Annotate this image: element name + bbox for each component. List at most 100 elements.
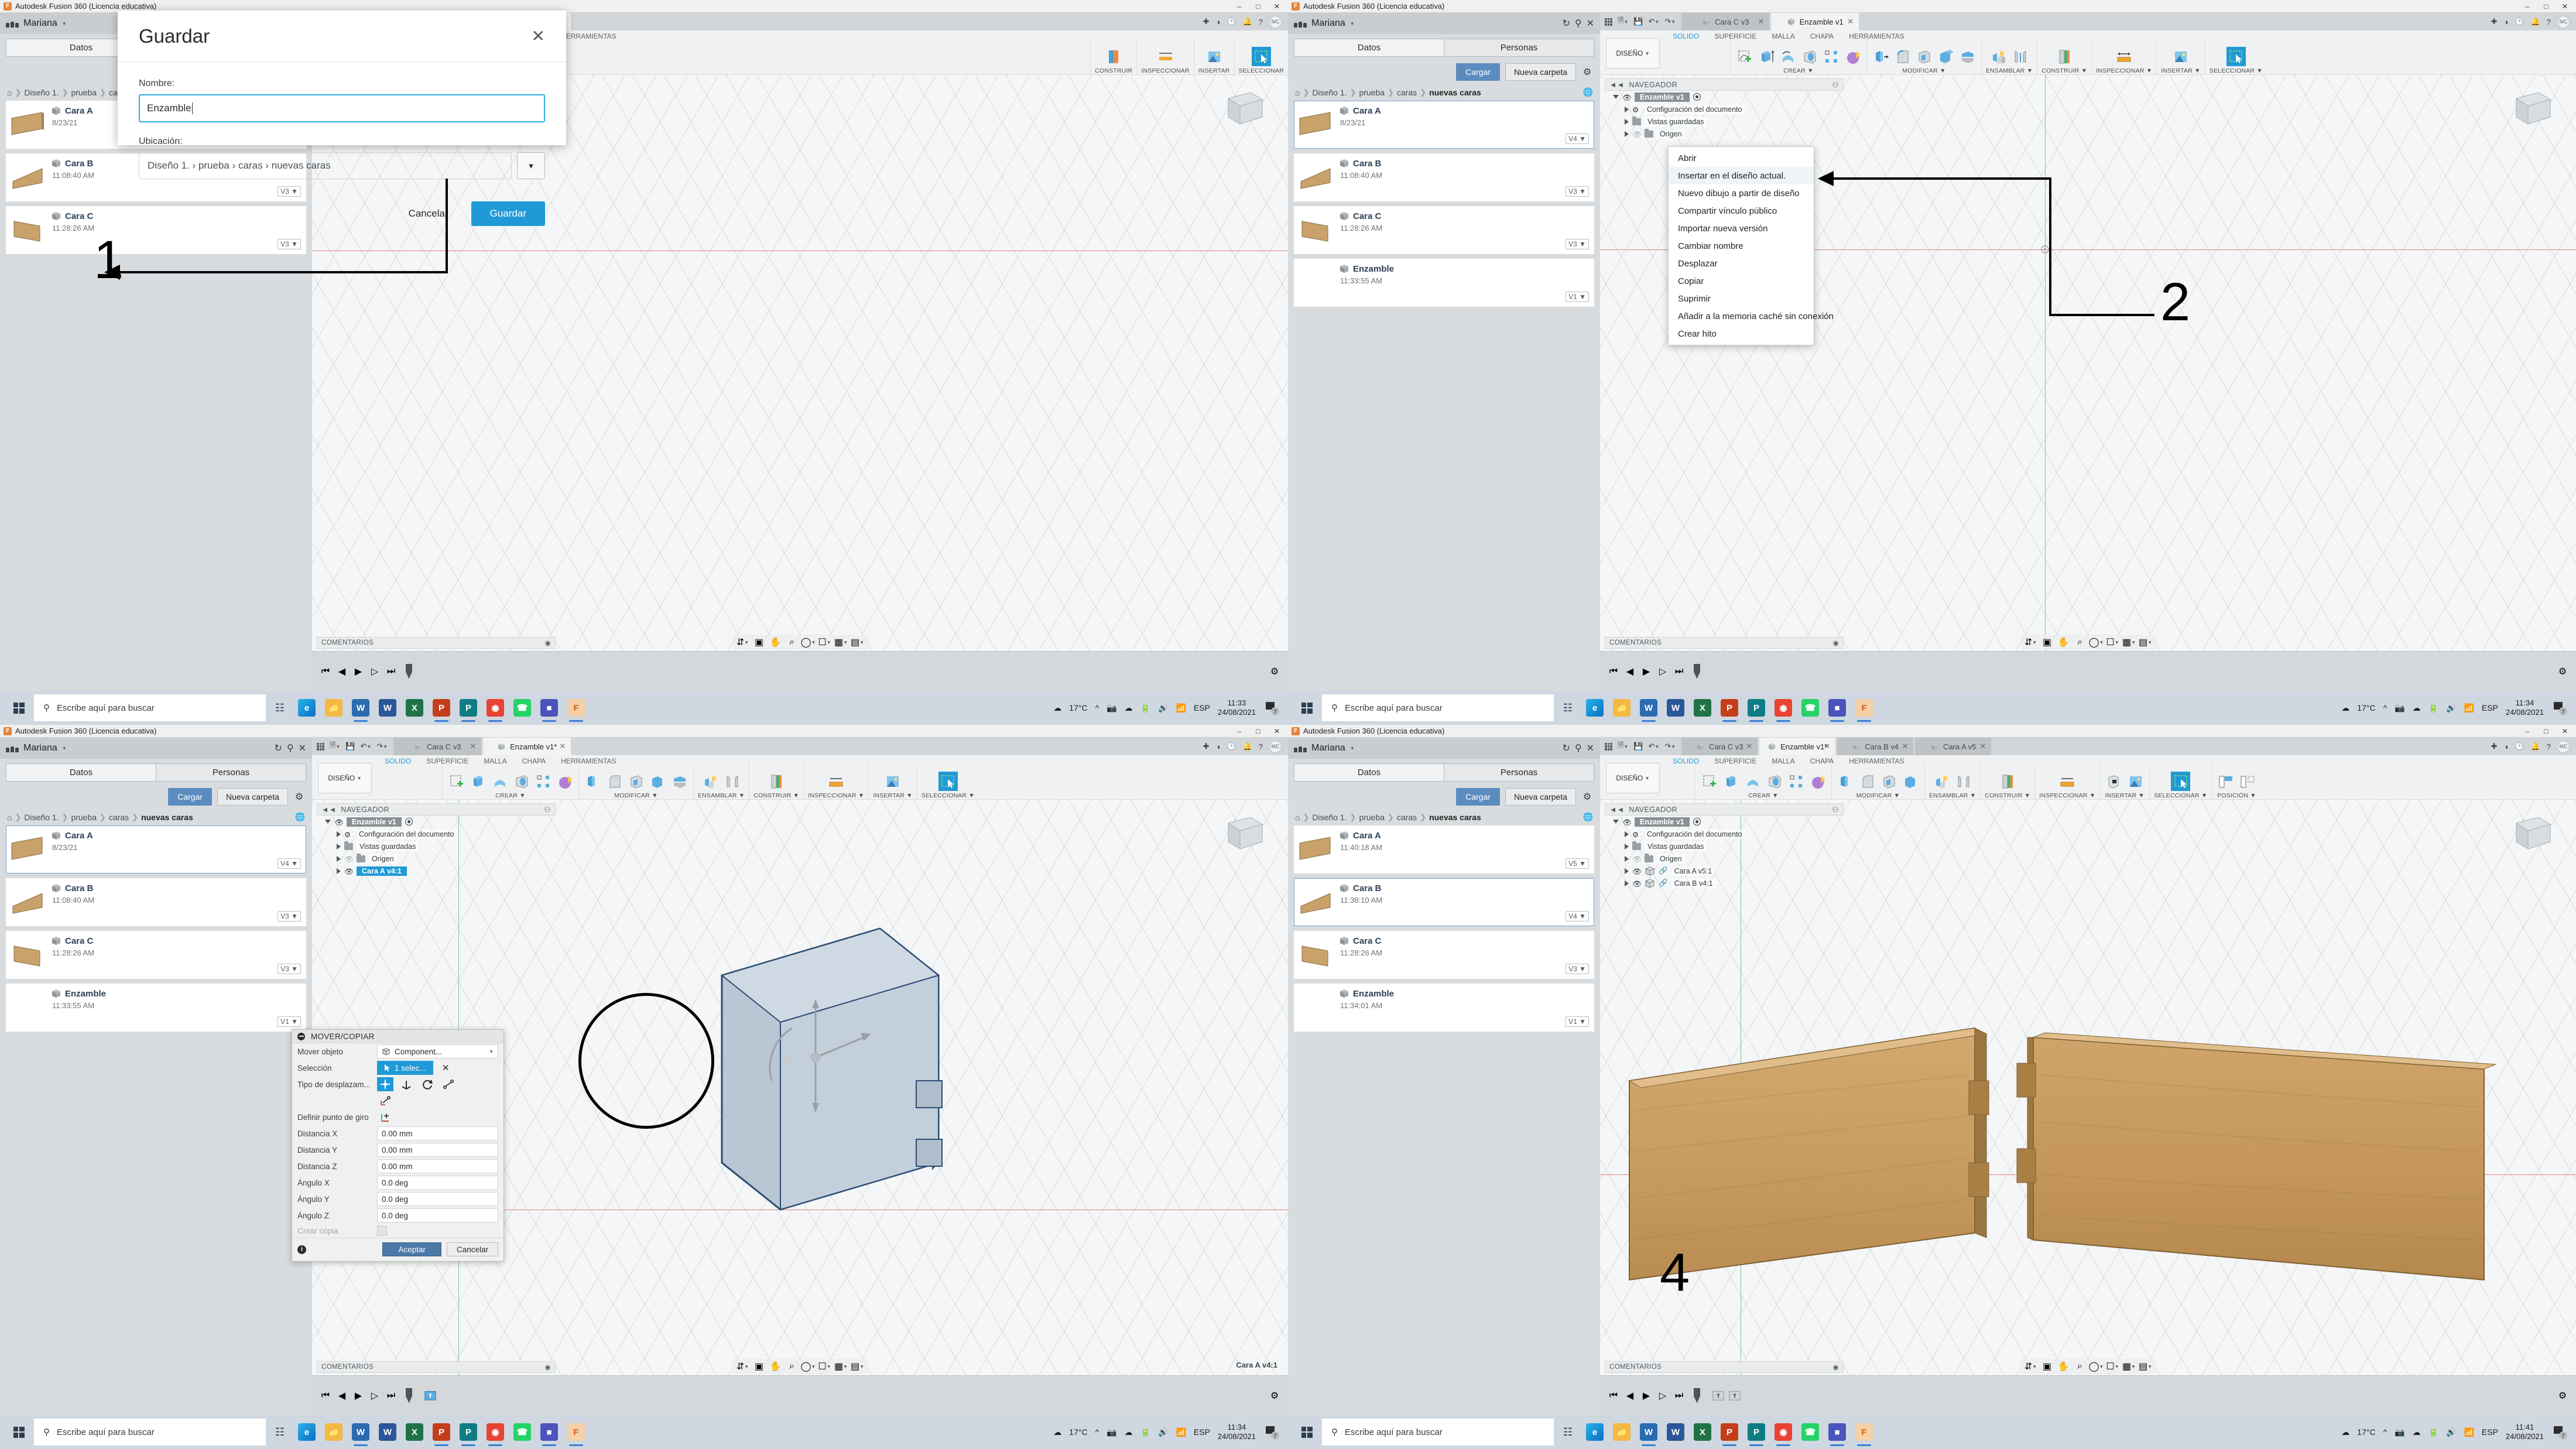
insertar-icon[interactable] bbox=[2126, 772, 2145, 791]
close-icon[interactable]: ✕ bbox=[1758, 17, 1764, 26]
tray-expand-icon[interactable]: ^ bbox=[1095, 703, 1099, 712]
app-explorer[interactable]: 📁 bbox=[1609, 1417, 1635, 1447]
notifications-icon[interactable]: 🔔 bbox=[2531, 17, 2540, 26]
breadcrumb-item-0[interactable]: Diseño 1. bbox=[24, 813, 59, 822]
panel-label[interactable]: SELECCIONAR ▼ bbox=[922, 792, 975, 799]
app-explorer[interactable]: 📁 bbox=[321, 693, 347, 723]
collapse-icon[interactable]: ◄◄ bbox=[321, 806, 337, 814]
wifi-icon[interactable]: 📶 bbox=[2464, 1427, 2474, 1437]
orbit-icon[interactable]: ⇵▼ bbox=[736, 1360, 750, 1373]
home-icon[interactable]: ⌂ bbox=[1295, 88, 1300, 97]
display-settings-icon[interactable]: ☐▼ bbox=[2106, 636, 2120, 649]
upload-button[interactable]: Cargar bbox=[1456, 788, 1500, 806]
panel-label[interactable]: MODIFICAR ▼ bbox=[1902, 67, 1945, 74]
breadcrumb-item-3[interactable]: nuevas caras bbox=[1429, 813, 1481, 822]
app-chrome[interactable]: ◉ bbox=[1770, 693, 1796, 723]
timeline-feature-move-1[interactable] bbox=[1712, 1389, 1725, 1402]
wifi-icon[interactable]: 📶 bbox=[2464, 703, 2474, 713]
selection-button[interactable]: 1 selec... bbox=[377, 1061, 433, 1075]
timeline-marker[interactable] bbox=[1694, 664, 1700, 679]
doc-tab-2[interactable]: Cara B v4✕ bbox=[1837, 738, 1913, 755]
weather-icon[interactable]: ☁ bbox=[1053, 1427, 1061, 1437]
file-icon[interactable]: 🗎▼ bbox=[1618, 15, 1628, 28]
menu-item-desplazar[interactable]: Desplazar bbox=[1669, 255, 1814, 272]
location-dropdown-button[interactable]: ▼ bbox=[517, 152, 545, 179]
panel-label[interactable]: INSERTAR ▼ bbox=[873, 792, 912, 799]
panel-label[interactable]: CREAR ▼ bbox=[1748, 792, 1778, 799]
inspeccionar-icon[interactable] bbox=[2058, 772, 2077, 791]
app-word-online[interactable]: W bbox=[348, 1417, 374, 1447]
tab-datos[interactable]: Datos bbox=[6, 763, 156, 782]
crear-sweep-icon[interactable] bbox=[1800, 47, 1819, 66]
ribbon-tab-malla[interactable]: MALLA bbox=[1772, 32, 1794, 40]
doc-tab-1[interactable]: Enzamble v1✕ bbox=[1771, 13, 1859, 30]
expand-icon[interactable] bbox=[1625, 881, 1629, 886]
version-badge[interactable]: V3 ▼ bbox=[278, 911, 301, 922]
breadcrumb-item-1[interactable]: prueba bbox=[1359, 88, 1385, 97]
expand-icon[interactable] bbox=[1625, 131, 1629, 137]
team-name[interactable]: Mariana bbox=[1311, 18, 1345, 29]
zoom-window-icon[interactable]: ◯▼ bbox=[2089, 636, 2104, 649]
close-icon[interactable]: ✕ bbox=[1824, 742, 1830, 751]
insert-derive-icon[interactable] bbox=[2104, 772, 2123, 791]
breadcrumb-item-0[interactable]: Diseño 1. bbox=[24, 88, 59, 97]
menu-item-crear-hito[interactable]: Crear hito bbox=[1669, 325, 1814, 342]
app-publisher[interactable]: P bbox=[455, 693, 481, 723]
doc-tab-0[interactable]: Cara C v3✕ bbox=[1681, 13, 1769, 30]
accept-button[interactable]: Aceptar bbox=[382, 1242, 441, 1256]
undo-icon[interactable]: ↶▼ bbox=[1649, 742, 1660, 751]
ribbon-tab-herramientas[interactable]: HERRAMIENTAS bbox=[1849, 757, 1904, 765]
collapse-icon[interactable]: ◄◄ bbox=[1609, 81, 1625, 89]
version-badge[interactable]: V3 ▼ bbox=[1566, 239, 1589, 249]
eye-icon[interactable]: 👁 bbox=[334, 818, 343, 825]
camera-icon[interactable]: 📷 bbox=[2395, 703, 2404, 713]
list-item[interactable]: Cara A 8/23/21 V4 ▼ bbox=[1294, 101, 1594, 149]
activate-radio[interactable] bbox=[405, 818, 413, 825]
search-icon[interactable]: ⚲ bbox=[1575, 742, 1582, 754]
pan-icon[interactable]: ✋ bbox=[769, 636, 783, 649]
app-teams[interactable]: ■ bbox=[1824, 1417, 1850, 1447]
ribbon-tab-solido[interactable]: SOLIDO bbox=[1673, 757, 1699, 765]
timeline-settings-icon[interactable]: ⚙ bbox=[1268, 1389, 1281, 1402]
search-icon[interactable]: ⚲ bbox=[1575, 18, 1582, 29]
app-edge[interactable]: e bbox=[1582, 1417, 1608, 1447]
ribbon-tab-chapa[interactable]: CHAPA bbox=[522, 757, 546, 765]
tree-item-config[interactable]: ⚙ Configuración del documento bbox=[1605, 828, 1844, 840]
app-fusion360[interactable]: F bbox=[563, 1417, 589, 1447]
menu-item-copiar[interactable]: Copiar bbox=[1669, 272, 1814, 290]
crear-sketch-icon[interactable] bbox=[1700, 772, 1719, 791]
close-icon[interactable]: ✕ bbox=[1979, 742, 1986, 751]
home-icon[interactable]: ⌂ bbox=[7, 813, 12, 822]
maximize-button[interactable]: □ bbox=[1251, 725, 1266, 737]
avatar[interactable]: MC bbox=[2557, 741, 2570, 753]
panel-label[interactable]: CREAR ▼ bbox=[1783, 67, 1813, 74]
panel-label[interactable]: SELECCIONAR ▼ bbox=[2210, 67, 2263, 74]
tree-item-views[interactable]: Vistas guardadas bbox=[1605, 115, 1844, 128]
crear-pattern-icon[interactable] bbox=[1821, 47, 1841, 66]
menu-item-compartir[interactable]: Compartir vínculo público bbox=[1669, 202, 1814, 220]
camera-icon[interactable]: 📷 bbox=[1107, 703, 1116, 713]
modificar-combine-icon[interactable] bbox=[1936, 47, 1955, 66]
orbit-icon[interactable]: ⇵▼ bbox=[2024, 1360, 2038, 1373]
save-button[interactable]: Guardar bbox=[471, 201, 545, 226]
list-item[interactable]: Cara B 11:38:10 AM V4 ▼ bbox=[1294, 878, 1594, 926]
apps-grid-icon[interactable] bbox=[1605, 18, 1612, 26]
expand-icon[interactable] bbox=[1613, 820, 1619, 824]
modificar-press-pull-icon[interactable] bbox=[583, 772, 602, 791]
redo-icon[interactable]: ↷▼ bbox=[1664, 17, 1676, 26]
timeline-prev-icon[interactable]: ◀ bbox=[335, 1389, 348, 1402]
clear-selection-icon[interactable]: ✕ bbox=[442, 1063, 450, 1073]
app-powerpoint[interactable]: P bbox=[429, 1417, 454, 1447]
timeline-end-icon[interactable]: ⏭ bbox=[385, 1389, 398, 1402]
app-word[interactable]: W bbox=[375, 1417, 400, 1447]
battery-icon[interactable]: 🔋 bbox=[2428, 703, 2438, 713]
grid-snap-icon[interactable]: ▦▼ bbox=[2122, 636, 2136, 649]
tree-item-root[interactable]: 👁 Enzamble v1 bbox=[317, 816, 556, 828]
crear-pattern-icon[interactable] bbox=[533, 772, 553, 791]
ribbon-tab-herramientas[interactable]: HERRAMIENTAS bbox=[1849, 32, 1904, 40]
timeline-end-icon[interactable]: ⏭ bbox=[385, 665, 398, 678]
volume-icon[interactable]: 🔊 bbox=[2446, 1427, 2456, 1437]
breadcrumb-item-3[interactable]: nuevas caras bbox=[141, 813, 193, 822]
file-icon[interactable]: 🗎▼ bbox=[330, 740, 340, 753]
modificar-press-pull-icon[interactable] bbox=[1836, 772, 1855, 791]
